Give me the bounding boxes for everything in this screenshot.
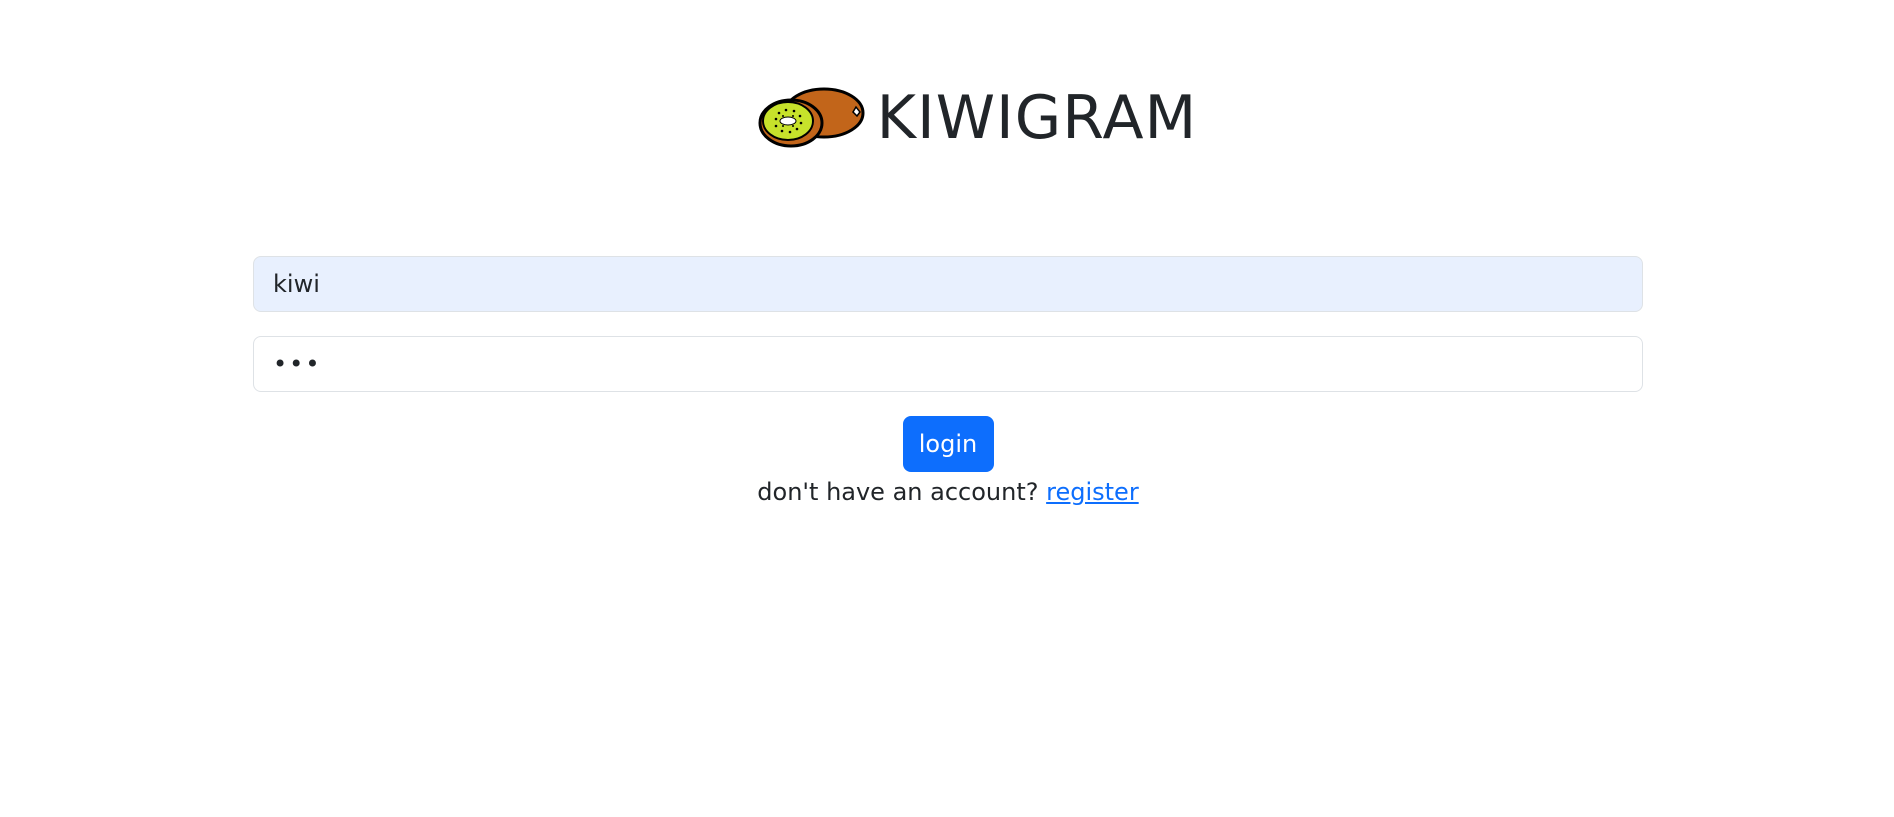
username-input[interactable] — [253, 256, 1643, 312]
register-link[interactable]: register — [1046, 478, 1139, 506]
password-input[interactable] — [253, 336, 1643, 392]
app-title: KIWIGRAM — [876, 83, 1198, 153]
form-actions: login don't have an account? register — [253, 416, 1643, 506]
header: KIWIGRAM — [0, 78, 1894, 158]
register-prompt-line: don't have an account? register — [757, 478, 1138, 506]
login-form: login don't have an account? register — [253, 256, 1643, 506]
kiwi-fruit-icon — [758, 87, 865, 148]
login-page: KIWIGRAM login don't have an account? re… — [0, 0, 1894, 817]
login-button[interactable]: login — [902, 416, 994, 472]
register-prompt-text: don't have an account? — [757, 478, 1039, 506]
brand: KIWIGRAM — [757, 86, 1198, 150]
